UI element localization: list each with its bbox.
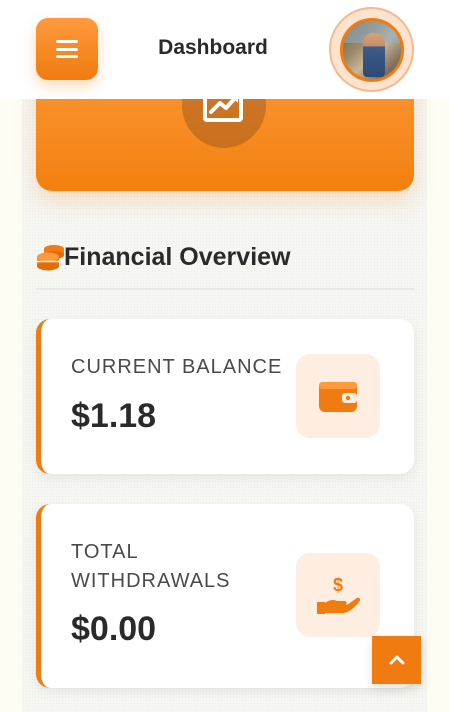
stat-label-line2: Withdrawals [71,570,231,592]
page-title: Dashboard [158,36,268,59]
wallet-icon [319,382,357,412]
coins-icon [37,245,64,271]
profile-avatar-button[interactable] [329,7,414,92]
hamburger-icon [56,40,78,58]
stat-value: $1.18 [71,397,157,435]
stat-value: $0.00 [71,610,157,648]
stat-label-line1: Total [71,541,139,563]
stat-label: Current Balance [71,356,283,378]
chevron-up-icon [389,655,404,665]
stat-icon-box [296,354,380,438]
menu-button[interactable] [36,18,98,80]
back-to-top-button[interactable] [372,636,421,684]
svg-text:$: $ [333,575,343,595]
hand-dollar-icon: $ [317,575,361,614]
total-withdrawals-card: Total Withdrawals $0.00 $ [36,504,414,688]
current-balance-card: Current Balance $1.18 [36,319,414,474]
avatar [339,17,404,82]
top-bar: Dashboard [0,0,449,99]
financial-overview-heading: Financial Overview [36,240,414,290]
stat-icon-box: $ [296,553,380,637]
section-title: Financial Overview [64,243,291,271]
